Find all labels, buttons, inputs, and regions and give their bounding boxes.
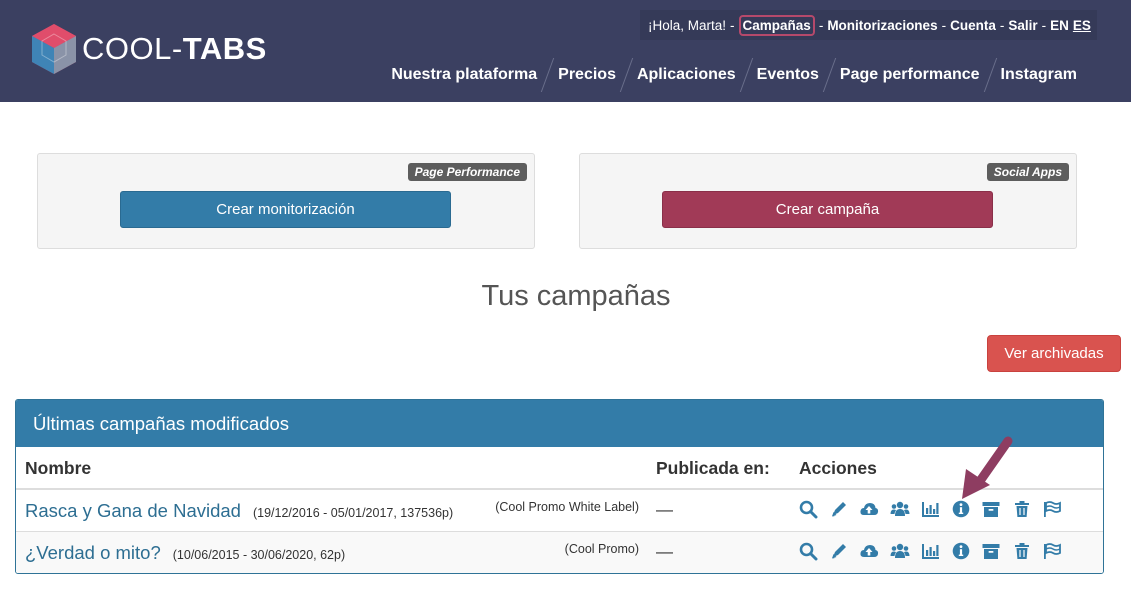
recent-campaigns-panel: Últimas campañas modificados Nombre Publ… <box>15 399 1104 574</box>
flag-icon[interactable] <box>1042 499 1062 519</box>
bar-chart-icon[interactable] <box>920 541 940 561</box>
cloud-upload-icon[interactable] <box>859 499 879 519</box>
trash-icon[interactable] <box>1012 541 1032 561</box>
ver-archivadas-button[interactable]: Ver archivadas <box>987 335 1121 372</box>
cloud-upload-icon[interactable] <box>859 541 879 561</box>
cool-tabs-logo[interactable]: COOL-TABS <box>30 22 266 76</box>
user-bar: ¡Hola, Marta! - Campañas - Monitorizacio… <box>640 10 1097 40</box>
campaign-meta: (10/06/2015 - 30/06/2020, 62p) <box>172 548 346 562</box>
pencil-icon[interactable] <box>829 541 849 561</box>
link-monitorizaciones[interactable]: Monitorizaciones <box>827 18 937 33</box>
column-header-nombre: Nombre <box>25 458 92 478</box>
campaign-product: (Cool Promo White Label) <box>495 500 639 514</box>
link-campanas[interactable]: Campañas <box>738 14 815 36</box>
crear-campana-button[interactable]: Crear campaña <box>662 191 993 228</box>
nav-precios[interactable]: Precios <box>558 66 616 84</box>
nav-nuestra-plataforma[interactable]: Nuestra plataforma <box>391 66 537 84</box>
page-performance-tag: Page Performance <box>407 163 527 181</box>
users-icon[interactable] <box>890 499 910 519</box>
logo-wordmark: COOL-TABS <box>82 31 267 66</box>
column-header-acciones: Acciones <box>799 458 877 478</box>
nav-page-performance[interactable]: Page performance <box>840 66 980 84</box>
table-row: ¿Verdad o mito? (10/06/2015 - 30/06/2020,… <box>16 531 1103 573</box>
nav-instagram[interactable]: Instagram <box>1001 66 1077 84</box>
recent-campaigns-heading: Últimas campañas modificados <box>16 400 1103 447</box>
main-nav: Nuestra plataforma Precios Aplicaciones … <box>391 58 1077 92</box>
nav-eventos[interactable]: Eventos <box>757 66 819 84</box>
table-row: Rasca y Gana de Navidad (19/12/2016 - 05/… <box>16 489 1103 531</box>
page-performance-panel: Page Performance Crear monitorización <box>37 153 535 249</box>
link-salir[interactable]: Salir <box>1008 18 1037 33</box>
crear-monitorizacion-button[interactable]: Crear monitorización <box>120 191 451 228</box>
campaign-name-link[interactable]: Rasca y Gana de Navidad (19/12/2016 - 05/… <box>25 500 453 522</box>
nav-aplicaciones[interactable]: Aplicaciones <box>637 66 736 84</box>
campaign-product: (Cool Promo) <box>564 542 639 556</box>
nav-divider <box>739 58 753 92</box>
nav-divider <box>983 58 997 92</box>
lang-en-link[interactable]: EN <box>1050 18 1069 33</box>
info-icon[interactable] <box>951 541 971 561</box>
bar-chart-icon[interactable] <box>920 499 940 519</box>
published-value: — <box>656 500 673 519</box>
flag-icon[interactable] <box>1042 541 1062 561</box>
search-icon[interactable] <box>798 499 818 519</box>
pencil-icon[interactable] <box>829 499 849 519</box>
link-cuenta[interactable]: Cuenta <box>950 18 996 33</box>
nav-divider <box>619 58 634 92</box>
row-actions <box>798 541 1073 561</box>
nav-divider <box>540 58 555 92</box>
lang-es-link[interactable]: ES <box>1073 18 1091 33</box>
campaign-name-link[interactable]: ¿Verdad o mito? (10/06/2015 - 30/06/2020,… <box>25 542 345 564</box>
search-icon[interactable] <box>798 541 818 561</box>
column-header-publicada: Publicada en: <box>656 458 770 478</box>
row-actions <box>798 499 1073 519</box>
greeting-text: ¡Hola, Marta! <box>648 17 727 33</box>
campaign-meta: (19/12/2016 - 05/01/2017, 137536p) <box>252 506 454 520</box>
nav-divider <box>822 58 837 92</box>
social-apps-tag: Social Apps <box>986 163 1069 181</box>
social-apps-panel: Social Apps Crear campaña <box>579 153 1077 249</box>
page-title: Tus campañas <box>481 280 671 312</box>
annotation-arrow-icon <box>962 436 1013 499</box>
archive-icon[interactable] <box>981 541 1001 561</box>
users-icon[interactable] <box>890 541 910 561</box>
published-value: — <box>656 542 673 561</box>
cube-logo-icon <box>32 24 76 74</box>
site-header: COOL-TABS ¡Hola, Marta! - Campañas - Mon… <box>0 0 1131 102</box>
